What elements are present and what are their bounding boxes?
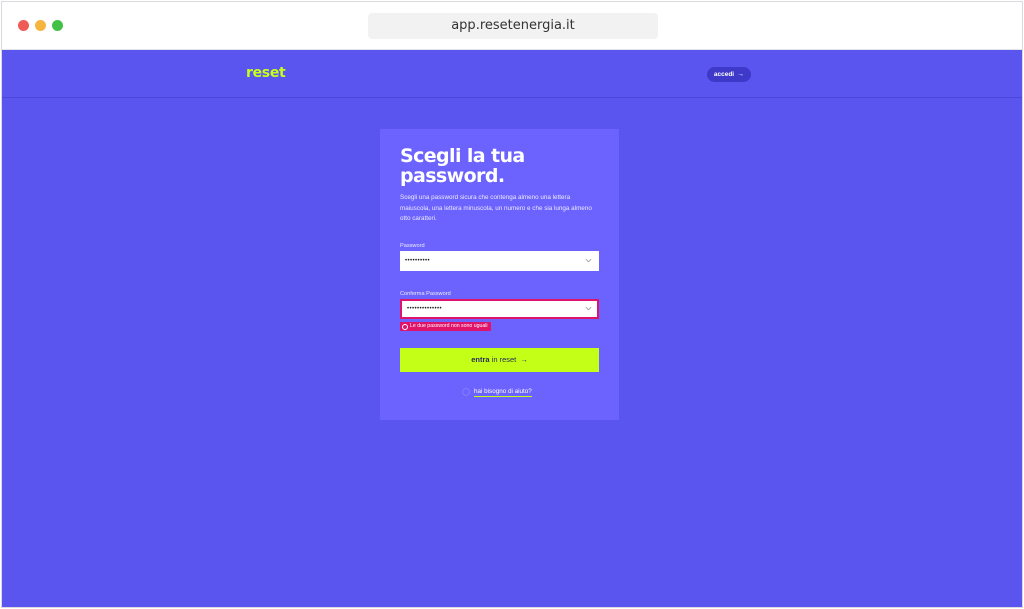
password-mismatch-error: Le due password non sono uguali xyxy=(400,322,491,331)
page-description: Scegli una password sicura che contenga … xyxy=(400,194,592,222)
help-link-text: hai bisogno di aiuto? xyxy=(474,387,532,397)
confirm-password-label: Conferma Password xyxy=(400,291,451,297)
login-button-label: accedi xyxy=(713,71,735,78)
reset-logo[interactable]: reset xyxy=(246,65,286,81)
password-card: Scegli la tua password. Scegli una passw… xyxy=(380,129,619,420)
password-field-wrapper xyxy=(400,251,599,271)
login-button[interactable]: accedi → xyxy=(707,67,751,82)
help-link[interactable]: hai bisogno di aiuto? xyxy=(462,386,532,398)
submit-button-text: in reset xyxy=(489,355,517,364)
password-label: Password xyxy=(400,243,425,249)
close-window-icon[interactable] xyxy=(18,20,29,31)
arrow-right-icon: → xyxy=(520,355,528,364)
confirm-password-field-wrapper xyxy=(400,299,599,319)
error-message: Le due password non sono uguali xyxy=(410,323,488,329)
page-title: Scegli la tua password. xyxy=(400,145,525,187)
browser-titlebar: app.resetenergia.it xyxy=(2,2,1022,50)
app-header: reset accedi → xyxy=(2,50,1022,98)
error-circle-icon xyxy=(402,323,408,330)
arrow-right-icon: → xyxy=(737,71,745,78)
minimize-window-icon[interactable] xyxy=(35,20,46,31)
submit-button[interactable]: entra in reset → xyxy=(400,348,599,372)
browser-window: app.resetenergia.it reset accedi → Scegli… xyxy=(1,1,1023,608)
address-bar[interactable]: app.resetenergia.it xyxy=(368,13,658,39)
password-input[interactable] xyxy=(400,251,599,271)
chevron-down-icon[interactable] xyxy=(585,305,592,312)
question-circle-icon xyxy=(462,388,470,396)
chevron-down-icon[interactable] xyxy=(585,257,592,264)
confirm-password-input[interactable] xyxy=(402,301,597,317)
submit-button-bold: entra xyxy=(471,355,490,364)
maximize-window-icon[interactable] xyxy=(52,20,63,31)
